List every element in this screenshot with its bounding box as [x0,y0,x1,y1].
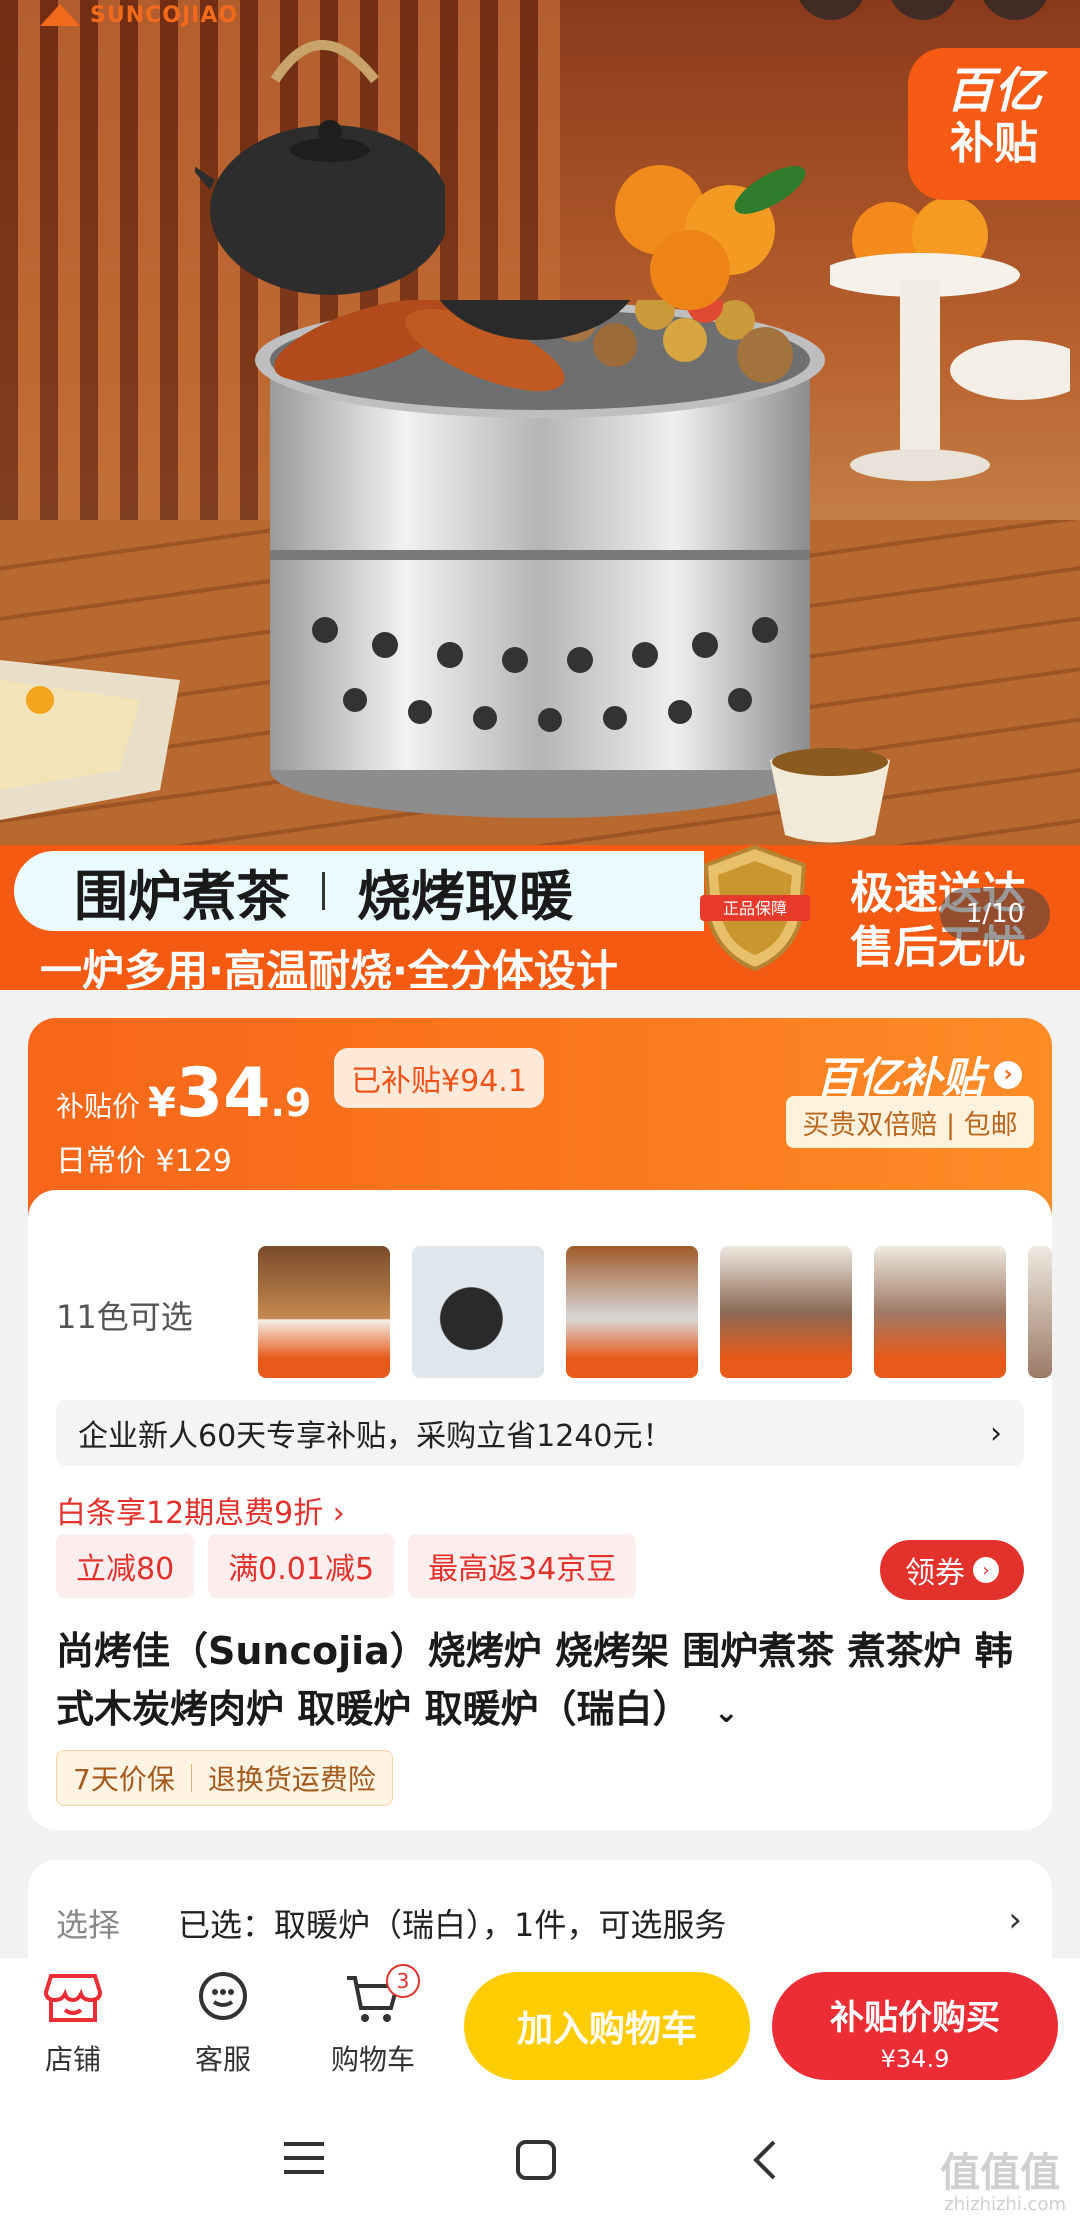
brand-logo-text: SUNCOJIAO [90,2,239,28]
banner-subtitle: 一炉多用·高温耐烧·全分体设计 [40,946,618,990]
chevron-right-icon: › [990,1415,1002,1451]
baitiao-installment-link[interactable]: 白条享12期息费9折 › [56,1488,345,1532]
watermark-logo: 值值值 [940,2150,1060,2196]
back-icon[interactable] [750,2138,780,2182]
return-shipping-insurance-label: 退换货运费险 [207,1763,376,1796]
new-user-subsidy-bar[interactable]: 企业新人60天专享补贴，采购立省1240元！ › [56,1400,1024,1466]
fruit-bowl-illustration [830,197,1070,481]
price-promise: 买贵双倍赔 | 包邮 [786,1096,1034,1148]
tea-cup-illustration [770,748,890,843]
chevron-right-icon: › [973,1557,999,1583]
price-currency: ¥ [148,1080,176,1126]
selection-value: 已选：取暖炉（瑞白），1件，可选服务 [178,1906,727,1944]
bread-plate-illustration [0,660,180,820]
banner-title-2: 烧烤取暖 [357,864,573,928]
watermark-url: zhizhizhi.com [944,2194,1066,2215]
daily-price-label: 日常价 [56,1144,146,1179]
brand-logo-icon [40,4,80,26]
store-button[interactable]: 店铺 [18,1970,128,2078]
system-navigation-bar [0,2098,1080,2227]
variant-thumbnails [258,1246,1052,1378]
cart-label: 购物车 [330,2043,415,2076]
coupon-tag: 立减80 [56,1534,195,1598]
customer-service-button[interactable]: 客服 [168,1970,278,2078]
subsidy-badge-line2: 补贴 [950,118,1038,169]
menu-icon[interactable] [282,2138,326,2178]
store-icon [43,1974,103,2022]
coupon-tag: 满0.01减5 [208,1534,395,1598]
chevron-down-icon: ⌄ [713,1695,739,1730]
stove-product-illustration [255,300,825,818]
store-label: 店铺 [44,2043,101,2076]
product-image-carousel[interactable]: SUNCOJIAO 百亿 补贴 围炉煮茶 烧烤取暖 一炉多用·高温耐烧·全分体设… [0,0,1080,990]
cart-button[interactable]: 3 购物车 [318,1964,428,2078]
subsidy-price: 补贴价 ¥ 34 .9 [56,1054,311,1133]
product-title-text: 尚烤佳（Suncojia）烧烤炉 烧烤架 围炉煮茶 煮茶炉 韩式木炭烤肉炉 取暖… [56,1629,1013,1731]
shield-icon: 正品保障 [700,844,810,972]
subsidy-amount-pill: 已补贴¥94.1 [334,1048,544,1108]
buy-now-button[interactable]: 补贴价购买 ¥34.9 [772,1972,1058,2080]
bottom-action-bar: 店铺 客服 3 购物车 加入购物车 补贴价购买 ¥34.9 [0,1958,1080,2098]
shield-text: 正品保障 [723,899,787,918]
banner-divider [322,872,325,910]
subsidy-badge: 百亿 补贴 [908,48,1080,200]
price-integer: 34 [175,1054,271,1133]
variant-thumbnail[interactable] [1028,1246,1052,1378]
variant-thumbnail[interactable] [720,1246,852,1378]
promo-banner: 围炉煮茶 烧烤取暖 一炉多用·高温耐烧·全分体设计 正品保障 极速送达 售后无忧 [0,844,1080,990]
coupon-list: 立减80 满0.01减5 最高返34京豆 [56,1534,637,1598]
get-coupon-label: 领券 [905,1556,965,1591]
chat-face-icon [199,1972,247,2020]
new-user-subsidy-text: 企业新人60天专享补贴，采购立省1240元！ [78,1419,673,1454]
service-guarantees[interactable]: 7天价保 退换货运费险 [56,1750,393,1806]
colors-available-label: 11色可选 [56,1298,193,1336]
variant-thumbnail[interactable] [412,1246,544,1378]
brand-logo: SUNCOJIAO [40,0,238,30]
get-coupon-button[interactable]: 领券 › [880,1540,1024,1600]
variant-thumbnail[interactable] [566,1246,698,1378]
chevron-right-icon: › [994,1060,1022,1089]
product-info-card: 补贴价 ¥ 34 .9 已补贴¥94.1 日常价 ¥129 百亿补贴 › 买贵双… [28,1018,1052,1830]
price-protection-label: 7天价保 [73,1763,175,1796]
selection-label: 选择 [56,1906,121,1944]
top-action-buttons [796,0,1050,20]
daily-price: 日常价 ¥129 [56,1136,232,1180]
product-title[interactable]: 尚烤佳（Suncojia）烧烤炉 烧烤架 围炉煮茶 煮茶炉 韩式木炭烤肉炉 取暖… [56,1622,1036,1742]
variant-thumbnail[interactable] [874,1246,1006,1378]
coupon-tag: 最高返34京豆 [408,1534,637,1598]
buy-now-label: 补贴价购买 [830,1998,1000,2038]
back-button[interactable] [796,0,866,20]
price-decimal: .9 [270,1081,312,1125]
variant-thumbnail[interactable] [258,1246,390,1378]
customer-service-label: 客服 [194,2043,251,2076]
promo-banner-title: 围炉煮茶 烧烤取暖 [14,851,704,931]
buy-now-price: ¥34.9 [880,2045,950,2073]
chevron-right-icon: › [1008,1900,1022,1940]
daily-price-value: ¥129 [155,1144,232,1179]
image-pager: 1/10 [940,888,1050,940]
subsidy-badge-line1: 百亿 [945,63,1042,119]
cart-count-badge: 3 [386,1964,420,1998]
add-to-cart-button[interactable]: 加入购物车 [464,1972,750,2080]
share-button[interactable] [888,0,958,20]
banner-title-1: 围炉煮茶 [74,864,290,928]
more-button[interactable] [980,0,1050,20]
product-details-panel: 11色可选 企业新人60天专享补贴，采购立省1240元！ › 白条享12期息费9… [28,1190,1052,1830]
selection-card[interactable]: 选择 已选：取暖炉（瑞白），1件，可选服务 › [28,1860,1052,1970]
price-label: 补贴价 [56,1090,141,1123]
home-icon[interactable] [514,2138,558,2182]
teapot-illustration [195,40,445,295]
